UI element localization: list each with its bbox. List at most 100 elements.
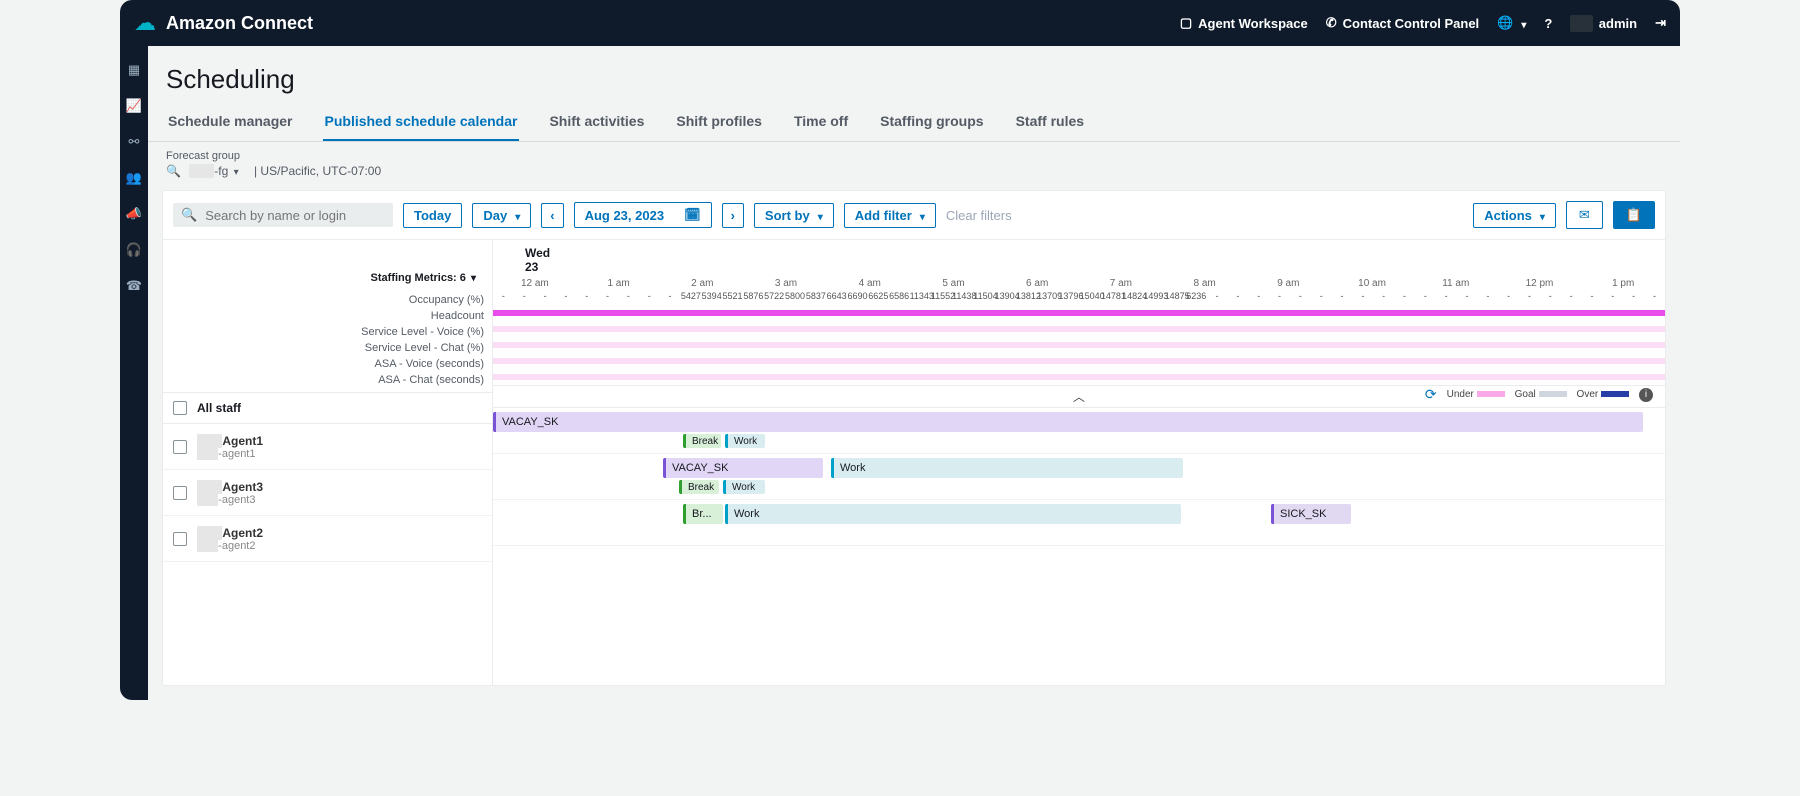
user-menu[interactable]: admin <box>1570 15 1637 32</box>
chevron-down-icon <box>469 272 476 284</box>
ccp-label: Contact Control Panel <box>1343 16 1480 31</box>
agent-login: -agent3 <box>218 494 255 506</box>
routing-icon[interactable]: ⚯ <box>129 134 140 150</box>
help-icon: ? <box>1544 16 1552 31</box>
tab-time-off[interactable]: Time off <box>792 103 850 141</box>
hour-label: 10 am <box>1330 278 1414 289</box>
search-icon[interactable]: 🔍 <box>166 164 181 178</box>
schedule-block-break[interactable]: Br... <box>683 504 723 524</box>
all-staff-checkbox[interactable] <box>173 401 187 415</box>
agent-name: Agent1 <box>222 434 263 448</box>
agent-row[interactable]: Agent2 -agent2 <box>163 516 492 562</box>
schedule-block-vac[interactable]: VACAY_SK <box>493 412 1643 432</box>
metric-label: Occupancy (%) <box>163 292 484 308</box>
schedule-block-work[interactable]: Work <box>725 434 765 448</box>
hour-label: 1 pm <box>1581 278 1665 289</box>
agent-checkbox[interactable] <box>173 532 187 546</box>
today-button[interactable]: Today <box>403 203 462 228</box>
forecast-group-select[interactable]: -fg <box>189 164 239 178</box>
dashboard-icon[interactable]: ▦ <box>128 62 140 78</box>
headset-icon[interactable]: 🎧 <box>126 242 142 258</box>
phone-nav-icon[interactable]: ☎ <box>126 278 142 294</box>
forecast-group-label: Forecast group <box>166 150 240 162</box>
search-input[interactable] <box>205 208 385 223</box>
agent-workspace-label: Agent Workspace <box>1198 16 1308 31</box>
sort-by-select[interactable]: Sort by <box>754 203 834 228</box>
logout-button[interactable]: ⇥ <box>1655 15 1666 31</box>
date-picker[interactable]: Aug 23, 2023🗓 <box>574 202 712 228</box>
agent-name: Agent3 <box>222 480 263 494</box>
redacted <box>1570 15 1592 32</box>
redacted <box>197 434 222 448</box>
add-filter-button[interactable]: Add filter <box>844 203 936 228</box>
hour-label: 8 am <box>1163 278 1247 289</box>
clear-filters-link[interactable]: Clear filters <box>946 208 1012 223</box>
left-rail: ▦ 📈 ⚯ 👥 📣 🎧 ☎ <box>120 46 148 700</box>
logo-icon: ☁ <box>134 10 156 36</box>
announce-icon[interactable]: 📣 <box>126 206 142 222</box>
tab-shift-profiles[interactable]: Shift profiles <box>674 103 764 141</box>
schedule-block-work[interactable]: Work <box>723 480 765 494</box>
staffing-metrics-toggle[interactable]: Staffing Metrics: 6 <box>371 272 476 284</box>
prev-day-button[interactable]: ‹ <box>541 203 563 228</box>
tab-published-schedule-calendar[interactable]: Published schedule calendar <box>323 103 520 141</box>
tab-staff-rules[interactable]: Staff rules <box>1014 103 1086 141</box>
schedule-block-vac[interactable]: VACAY_SK <box>663 458 823 478</box>
schedule-block-work[interactable]: Work <box>831 458 1183 478</box>
page-title: Scheduling <box>148 46 1680 103</box>
next-day-button[interactable]: › <box>722 203 744 228</box>
day-number: 23 <box>525 260 538 274</box>
hour-label: 6 am <box>995 278 1079 289</box>
redacted <box>197 540 218 552</box>
hour-scale: 12 am1 am2 am3 am4 am5 am6 am7 am8 am9 a… <box>493 278 1665 289</box>
users-icon[interactable]: 👥 <box>126 170 142 186</box>
agent-checkbox[interactable] <box>173 486 187 500</box>
help-button[interactable]: ? <box>1544 16 1552 31</box>
agent-track: VACAY_SK Break Work <box>493 408 1665 454</box>
metric-label: ASA - Chat (seconds) <box>163 372 484 388</box>
search-input-wrap[interactable]: 🔍 <box>173 203 393 227</box>
redacted <box>189 164 214 178</box>
search-icon: 🔍 <box>181 207 197 223</box>
metric-label: Service Level - Chat (%) <box>163 340 484 356</box>
analytics-icon[interactable]: 📈 <box>126 98 142 114</box>
language-menu[interactable]: 🌐 <box>1497 15 1526 31</box>
period-select[interactable]: Day <box>472 203 531 228</box>
tab-shift-activities[interactable]: Shift activities <box>547 103 646 141</box>
schedule-block-break[interactable]: Break <box>683 434 721 448</box>
clipboard-button[interactable]: 📋 <box>1613 201 1655 229</box>
agent-track: VACAY_SK Work Break Work <box>493 454 1665 500</box>
tab-staffing-groups[interactable]: Staffing groups <box>878 103 985 141</box>
info-icon[interactable]: i <box>1639 388 1653 402</box>
schedule-block-work[interactable]: Work <box>725 504 1181 524</box>
hour-label: 5 am <box>912 278 996 289</box>
hour-label: 4 am <box>828 278 912 289</box>
hour-label: 3 am <box>744 278 828 289</box>
agent-workspace-link[interactable]: ▢ Agent Workspace <box>1180 15 1308 31</box>
actions-menu[interactable]: Actions <box>1473 203 1556 228</box>
agent-checkbox[interactable] <box>173 440 187 454</box>
agent-row[interactable]: Agent3 -agent3 <box>163 470 492 516</box>
schedule-block-sick[interactable]: SICK_SK <box>1271 504 1351 524</box>
redacted <box>197 494 218 506</box>
all-staff-label: All staff <box>197 401 241 415</box>
redacted <box>197 526 222 540</box>
agent-track: Br...Work SICK_SK <box>493 500 1665 546</box>
tab-schedule-manager[interactable]: Schedule manager <box>166 103 295 141</box>
contact-control-panel-link[interactable]: ✆ Contact Control Panel <box>1326 15 1479 31</box>
envelope-button[interactable]: ✉ <box>1566 201 1603 229</box>
tab-bar: Schedule manager Published schedule calen… <box>148 103 1680 142</box>
schedule-block-break[interactable]: Break <box>679 480 719 494</box>
day-name: Wed <box>525 246 550 260</box>
collapse-metrics-toggle[interactable]: ︿ <box>1073 390 1085 404</box>
refresh-button[interactable]: ⟳ <box>1425 386 1437 403</box>
brand-name: Amazon Connect <box>166 13 313 34</box>
agent-row[interactable]: Agent1 -agent1 <box>163 424 492 470</box>
metric-label: Service Level - Voice (%) <box>163 324 484 340</box>
hour-label: 12 am <box>493 278 577 289</box>
legend-goal: Goal <box>1515 389 1536 400</box>
window-icon: ▢ <box>1180 15 1192 31</box>
chevron-down-icon <box>232 164 239 178</box>
chevron-down-icon <box>918 208 925 223</box>
agent-name: Agent2 <box>222 526 263 540</box>
